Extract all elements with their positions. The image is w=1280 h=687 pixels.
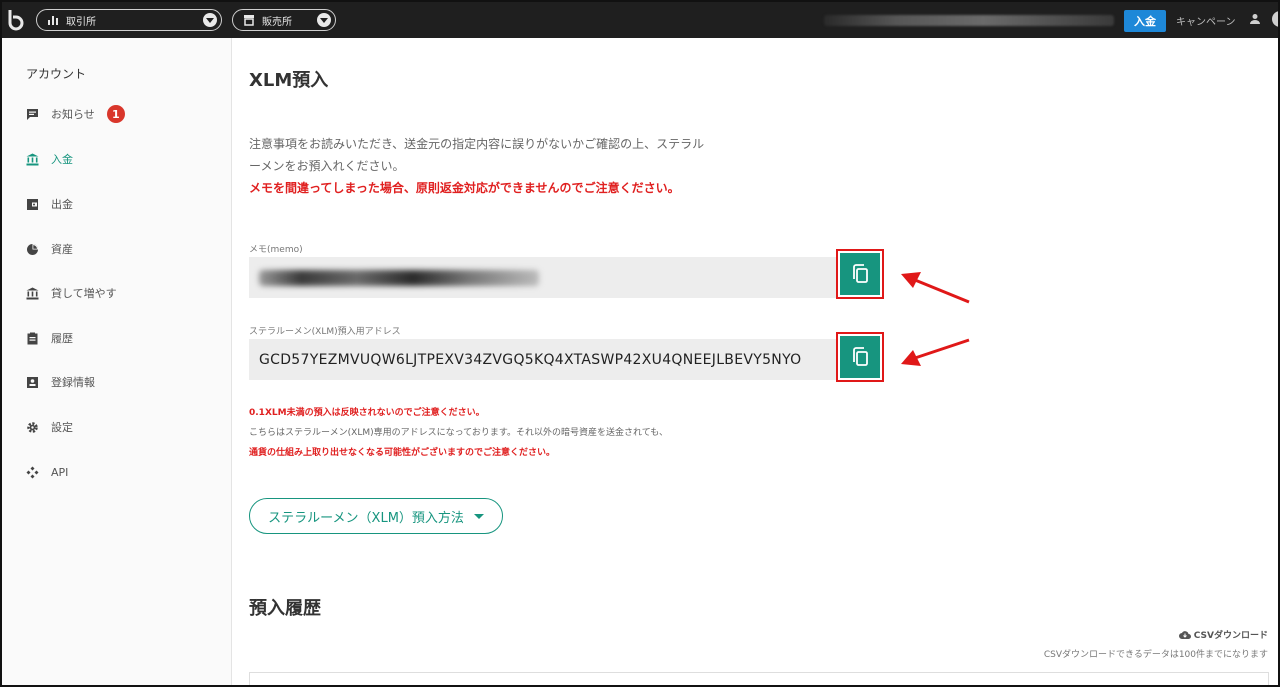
main-content: XLM預入 注意事項をお読みいただき、送金元の指定内容に誤りがないかご確認の上、… [233,38,1278,685]
notification-badge: 1 [106,105,125,123]
address-field[interactable]: GCD57YEZMVUQW6LJTPEXV34ZVGQ5KQ4XTASWP42X… [249,339,837,380]
sidebar: アカウント お知らせ 1 入金 出金 資産 貸して増やす 履歴 登録情報 設定 … [2,38,232,685]
sidebar-item-label: 資産 [51,243,73,256]
user-icon[interactable] [1249,13,1261,25]
bank-icon [26,153,39,165]
notice-line-1: 注意事項をお読みいただき、送金元の指定内容に誤りがないかご確認の上、ステラル [249,137,705,151]
sidebar-item-label: 設定 [51,421,73,434]
wallet-icon [27,198,38,210]
cloud-download-icon [1178,630,1191,639]
store-icon [244,15,254,26]
pie-chart-icon [27,243,38,255]
sidebar-item-news[interactable]: お知らせ 1 [26,105,125,123]
annotation-arrow-icon [901,272,970,304]
address-usage-note: こちらはステラルーメン(XLM)専用のアドレスになっております。それ以外の暗号資… [249,428,668,438]
exchange-selector[interactable]: 取引所 [36,9,222,31]
deposit-method-button[interactable]: ステラルーメン（XLM）預入方法 [249,498,503,534]
notice-line-2: ーメンをお預入れください。 [249,159,405,173]
sidebar-item-withdraw[interactable]: 出金 [26,195,73,213]
sidebar-item-label: API [51,465,69,479]
deposit-method-label: ステラルーメン（XLM）預入方法 [268,510,464,526]
brand-logo-icon[interactable] [6,9,26,31]
sidebar-item-label: 入金 [51,153,73,166]
csv-download-label: CSVダウンロード [1193,631,1268,641]
sales-label: 販売所 [262,16,292,28]
irrecoverable-warning: 通貨の仕組み上取り出せなくなる可能性がございますのでご注意ください。 [249,448,556,458]
sidebar-title: アカウント [26,67,87,81]
history-table [249,672,1269,685]
address-copy-highlight [836,332,884,382]
csv-limit-note: CSVダウンロードできるデータは100件までになります [1043,650,1268,660]
exchange-label: 取引所 [66,16,96,28]
address-label: ステラルーメン(XLM)預入用アドレス [249,327,401,337]
sidebar-item-lending[interactable]: 貸して増やす [26,284,117,302]
memo-label: メモ(memo) [249,245,303,255]
sidebar-item-history[interactable]: 履歴 [26,329,73,347]
sidebar-item-label: 出金 [51,198,73,211]
sales-selector[interactable]: 販売所 [232,9,336,31]
memo-copy-highlight [836,249,884,299]
app-frame: 取引所 販売所 入金 キャンペーン アカウント お知らせ 1 入金 出金 資産 … [0,0,1280,687]
page-title: XLM預入 [249,70,329,91]
redacted-memo-value [259,269,539,286]
settings-toggle-icon[interactable] [1272,11,1278,27]
copy-icon [853,347,868,366]
chevron-down-icon [317,13,331,27]
memo-field[interactable] [249,257,837,298]
memo-warning: メモを間違ってしまった場合、原則返金対応ができませんのでご注意ください。 [249,181,680,195]
deposit-history-title: 預入履歴 [249,598,321,619]
sidebar-item-deposit[interactable]: 入金 [26,150,73,168]
copy-address-button[interactable] [840,336,880,378]
id-card-icon [27,376,38,388]
copy-memo-button[interactable] [840,253,880,295]
redacted-account-info [824,15,1114,26]
caret-down-icon [473,513,484,519]
sidebar-item-label: 貸して増やす [51,287,117,300]
campaign-link[interactable]: キャンペーン [1176,13,1236,28]
sidebar-item-label: 履歴 [51,332,73,345]
sidebar-item-settings[interactable]: 設定 [26,418,73,436]
api-icon [26,466,39,478]
clipboard-icon [27,332,38,344]
bank-icon [26,287,39,299]
chevron-down-icon [203,13,217,27]
sidebar-item-api[interactable]: API [26,463,68,481]
copy-icon [853,264,868,283]
deposit-button[interactable]: 入金 [1124,10,1166,32]
csv-download-link[interactable]: CSVダウンロード [1178,628,1268,641]
top-bar: 取引所 販売所 入金 キャンペーン [2,2,1278,38]
annotation-arrow-icon [901,338,970,366]
sidebar-item-registration[interactable]: 登録情報 [26,373,95,391]
sidebar-item-label: 登録情報 [51,376,95,389]
message-icon [27,108,38,120]
sidebar-item-assets[interactable]: 資産 [26,240,73,258]
gear-icon [27,421,38,433]
deposit-notice: 注意事項をお読みいただき、送金元の指定内容に誤りがないかご確認の上、ステラル ー… [249,133,759,177]
bar-chart-icon [48,16,58,25]
minimum-deposit-note: 0.1XLM未満の預入は反映されないのでご注意ください。 [249,408,485,418]
sidebar-item-label: お知らせ [51,108,95,121]
